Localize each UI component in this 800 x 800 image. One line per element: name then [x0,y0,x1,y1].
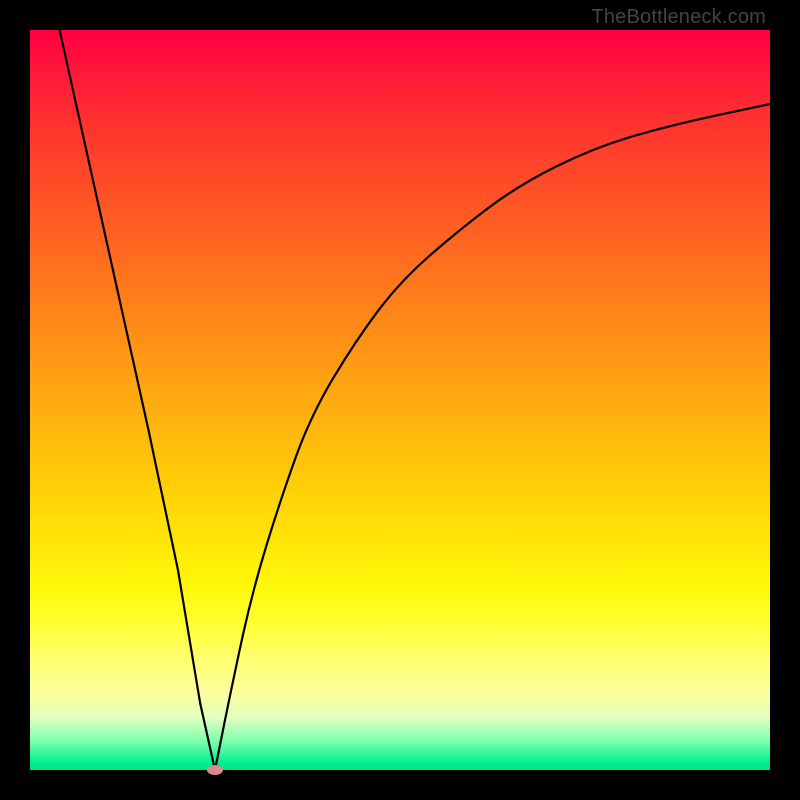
curve-right-branch [215,104,770,770]
chart-frame [30,30,770,770]
curve-left-branch [60,30,215,770]
watermark-text: TheBottleneck.com [591,6,766,29]
bottleneck-curve [30,30,770,770]
optimum-marker [207,765,223,775]
